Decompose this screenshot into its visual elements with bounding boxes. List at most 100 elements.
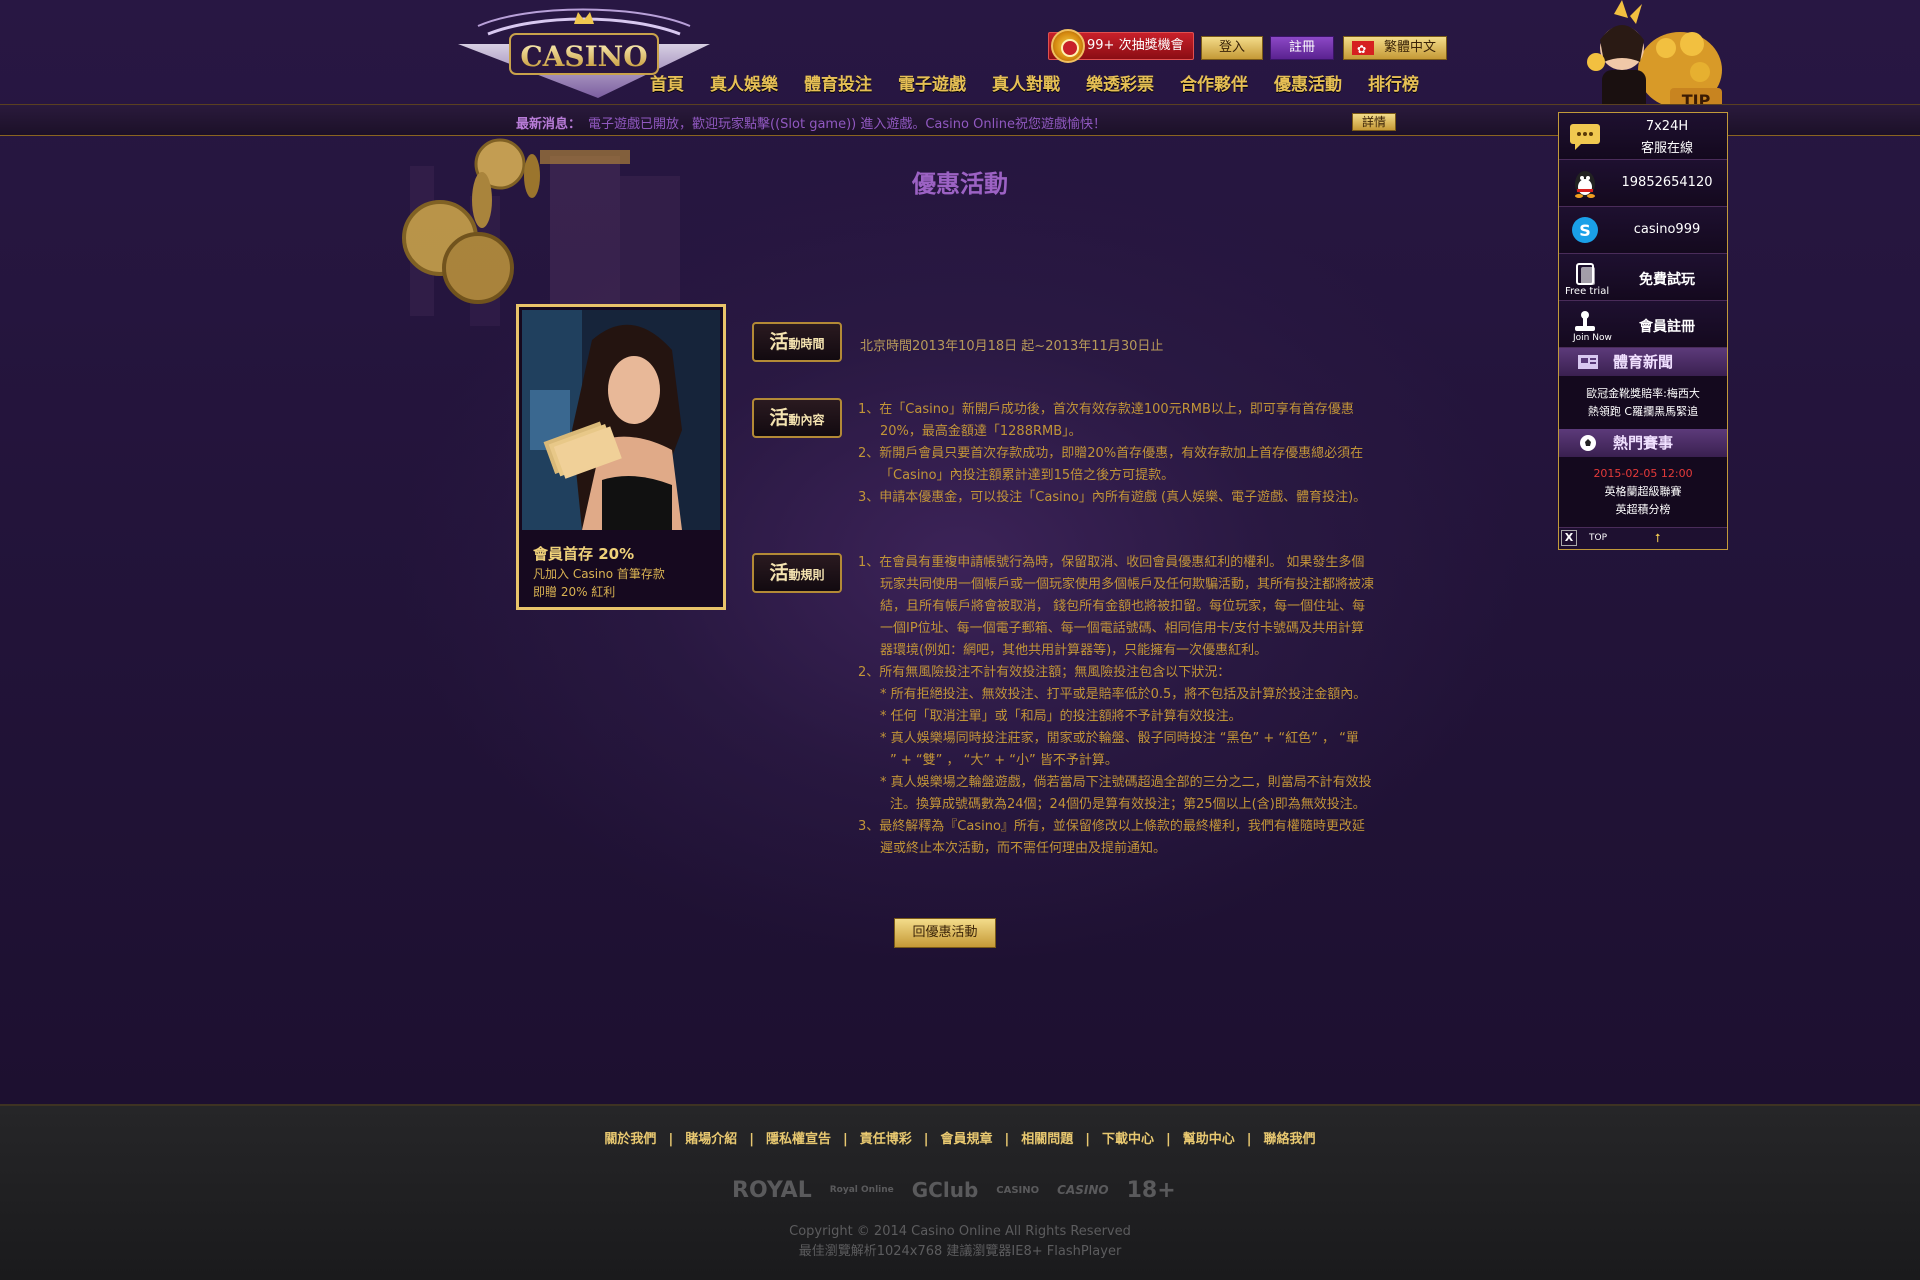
join-now-caption: Join Now: [1573, 333, 1612, 343]
nav-sports[interactable]: 體育投注: [804, 70, 872, 100]
sports-news-line2[interactable]: 熱領跑 C羅攔黑馬緊追: [1559, 403, 1727, 421]
tip-mascot[interactable]: TIP: [1570, 0, 1730, 116]
footer-link-casino-intro[interactable]: 賭場介紹: [685, 1132, 737, 1147]
content-line: 「Casino」內投注額累計達到15倍之後方可提款。: [880, 468, 1175, 483]
separator: |: [842, 1132, 848, 1147]
back-to-promotions-button[interactable]: 回優惠活動: [894, 918, 996, 948]
nav-promotions[interactable]: 優惠活動: [1274, 70, 1342, 100]
rules-line: * 真人娛樂場同時投注莊家，閒家或於輪盤、骰子同時投注 “黑色” + “紅色” …: [880, 731, 1359, 746]
join-now-row[interactable]: Join Now 會員註冊: [1559, 301, 1727, 348]
main-nav: 首頁 真人娛樂 體育投注 電子遊戲 真人對戰 樂透彩票 合作夥伴 優惠活動 排行…: [650, 70, 1445, 100]
copyright-text: Copyright © 2014 Casino Online All Right…: [789, 1224, 1131, 1239]
footer-link-help[interactable]: 幫助中心: [1183, 1132, 1235, 1147]
qq-penguin-icon: [1575, 171, 1595, 198]
sports-news-title: 體育新聞: [1612, 353, 1673, 371]
nav-live-casino[interactable]: 真人娛樂: [710, 70, 778, 100]
back-to-top-link[interactable]: TOP: [1589, 533, 1607, 543]
medal-icon: [1051, 29, 1085, 63]
rules-line: 1、在會員有重複申請帳號行為時，保留取消、收回會員優惠紅利的權利。 如果發生多個: [858, 555, 1365, 570]
royal-logo: ROYAL: [732, 1177, 812, 1203]
live-service-row[interactable]: 7x24H 客服在線: [1559, 113, 1727, 160]
rules-line: 玩家共同使用一個帳戶或一個玩家使用多個帳戶及任何欺騙活動，其所有投注都將被凍: [880, 577, 1375, 592]
skype-contact-row[interactable]: S casino999: [1559, 207, 1727, 254]
activity-time-badge: 活動時間: [752, 322, 842, 362]
free-trial-label: 免費試玩: [1639, 272, 1695, 288]
join-label: 會員註冊: [1639, 319, 1695, 335]
rules-line: ” + “雙” ， “大” + “小” 皆不予計算。: [890, 753, 1118, 768]
hot-match-league[interactable]: 英格蘭超級聯賽: [1559, 483, 1727, 501]
arrow-up-icon[interactable]: ⭡: [1655, 531, 1661, 546]
hot-match-standings[interactable]: 英超積分榜: [1559, 501, 1727, 519]
rules-line: 2、所有無風險投注不計有效投注額；無風險投注包含以下狀況：: [858, 665, 1231, 680]
promo-photo: [522, 310, 720, 530]
header: CASINO 99+ 次抽獎機會 登入 註冊 繁體中文 首頁 真人娛樂 體育投注…: [0, 0, 1920, 114]
separator: |: [923, 1132, 929, 1147]
login-button[interactable]: 登入: [1201, 36, 1263, 60]
side-panel-footer: X TOP ⭡: [1559, 527, 1727, 549]
nav-live-battle[interactable]: 真人對戰: [992, 70, 1060, 100]
footer-link-about[interactable]: 關於我們: [604, 1132, 656, 1147]
nav-home[interactable]: 首頁: [650, 70, 684, 100]
activity-time-text: 北京時間2013年10月18日 起~2013年11月30日止: [860, 339, 1164, 354]
register-button[interactable]: 註冊: [1270, 36, 1334, 60]
promo-description-line1: 凡加入 Casino 首筆存款: [533, 567, 665, 581]
chat-bubble-icon: [1570, 124, 1600, 150]
royal-online-logo: Royal Online: [829, 1185, 894, 1195]
partner-logos: ROYAL Royal Online GClub CASINO CASINO 1…: [732, 1170, 1192, 1210]
free-trial-row[interactable]: Free trial 免費試玩: [1559, 254, 1727, 301]
nav-slots[interactable]: 電子遊戲: [898, 70, 966, 100]
separator: |: [668, 1132, 674, 1147]
separator: |: [1085, 1132, 1091, 1147]
activity-rules-badge: 活動規則: [752, 553, 842, 593]
content-line: 20%，最高金額達「1288RMB」。: [880, 424, 1082, 439]
news-more-button[interactable]: 詳情: [1352, 113, 1396, 131]
close-panel-button[interactable]: X: [1561, 530, 1577, 546]
rules-line: 3、最終解釋為『Casino』所有，並保留修改以上條款的最終權利，我們有權隨時更…: [858, 819, 1365, 834]
footer: 關於我們 | 賭場介紹 | 隱私權宣告 | 責任博彩 | 會員規章 | 相關問題 | 下載中心 | 幫助中心…: [0, 1104, 1920, 1280]
hong-kong-flag-icon: [1352, 39, 1374, 61]
rules-line: 器環境(例如：網吧，其他共用計算器等)，只能擁有一次優惠紅利。: [880, 643, 1268, 658]
footer-link-faq[interactable]: 相關問題: [1021, 1132, 1073, 1147]
newspaper-icon: [1578, 355, 1598, 369]
activity-rules-text: 1、在會員有重複申請帳號行為時，保留取消、收回會員優惠紅利的權利。 如果發生多個…: [858, 552, 1418, 860]
rules-line: 結，且所有帳戶將會被取消， 錢包所有金額也將被扣留。每位玩家，每一個住址、每: [880, 599, 1366, 614]
promo-title: 會員首存 20%: [533, 545, 635, 563]
content-line: 3、申請本優惠金，可以投注「Casino」內所有遊戲 (真人娛樂、電子遊戲、體育…: [858, 490, 1367, 505]
rules-line: * 所有拒絕投注、無效投注、打平或是賠率低於0.5，將不包括及計算於投注金額內。: [880, 687, 1367, 702]
hot-match-header[interactable]: 熱門賽事: [1559, 429, 1727, 457]
service-hours: 7x24H: [1645, 119, 1689, 134]
casino-wing-logo: CASINO: [1057, 1183, 1109, 1197]
content-line: 2、新開戶會員只要首次存款成功，即贈20%首存優惠，有效存款加上首存優惠總必須在: [858, 446, 1364, 461]
language-selector[interactable]: 繁體中文: [1343, 36, 1447, 61]
footer-link-member-rules[interactable]: 會員規章: [940, 1132, 992, 1147]
sports-news-header[interactable]: 體育新聞: [1559, 348, 1727, 376]
footer-link-contact[interactable]: 聯絡我們: [1264, 1132, 1316, 1147]
browser-note: 最佳瀏覽解析1024x768 建議瀏覽器IE8+ FlashPlayer: [798, 1244, 1122, 1259]
sports-news-line1[interactable]: 歐冠金靴獎賠率:梅西大: [1559, 385, 1727, 403]
promo-card[interactable]: 會員首存 20% 凡加入 Casino 首筆存款 即贈 20% 紅利: [516, 304, 726, 610]
nav-partners[interactable]: 合作夥伴: [1180, 70, 1248, 100]
hot-match-time: 2015-02-05 12:00: [1593, 467, 1693, 480]
footer-links: 關於我們 | 賭場介紹 | 隱私權宣告 | 責任博彩 | 會員規章 | 相關問題 | 下載中心 | 幫助中心…: [0, 1128, 1920, 1147]
footer-link-download[interactable]: 下載中心: [1102, 1132, 1154, 1147]
news-text[interactable]: 電子遊戲已開放，歡迎玩家點擊((Slot game)) 進入遊戲。Casino …: [588, 113, 1106, 132]
badge-big-char: 活: [769, 331, 789, 353]
footer-link-responsible-gaming[interactable]: 責任博彩: [860, 1132, 912, 1147]
badge-small-text: 動規則: [788, 568, 825, 582]
lottery-chances-button[interactable]: 99+ 次抽獎機會: [1048, 29, 1194, 63]
news-label: 最新消息：: [516, 117, 582, 132]
language-label: 繁體中文: [1384, 40, 1437, 55]
nav-leaderboard[interactable]: 排行榜: [1368, 70, 1419, 100]
content-line: 1、在「Casino」新開戶成功後，首次有效存款達100元RMB以上，即可享有首…: [858, 402, 1354, 417]
rules-line: * 真人娛樂場之輪盤遊戲，倘若當局下注號碼超過全部的三分之二，則當局不計有效投: [880, 775, 1372, 790]
footer-link-privacy[interactable]: 隱私權宣告: [766, 1132, 831, 1147]
separator: |: [1166, 1132, 1171, 1147]
qq-contact-row[interactable]: 19852654120: [1559, 160, 1727, 207]
nav-lottery[interactable]: 樂透彩票: [1086, 70, 1154, 100]
rules-line: 遲或終止本次活動，而不需任何理由及提前通知。: [880, 841, 1167, 856]
badge-big-char: 活: [769, 407, 789, 429]
promo-description-line2: 即贈 20% 紅利: [533, 585, 616, 599]
floating-side-panel: 7x24H 客服在線 19852654120 S casino999 Free …: [1558, 112, 1728, 550]
qq-number: 19852654120: [1621, 175, 1713, 190]
separator: |: [1246, 1132, 1252, 1147]
